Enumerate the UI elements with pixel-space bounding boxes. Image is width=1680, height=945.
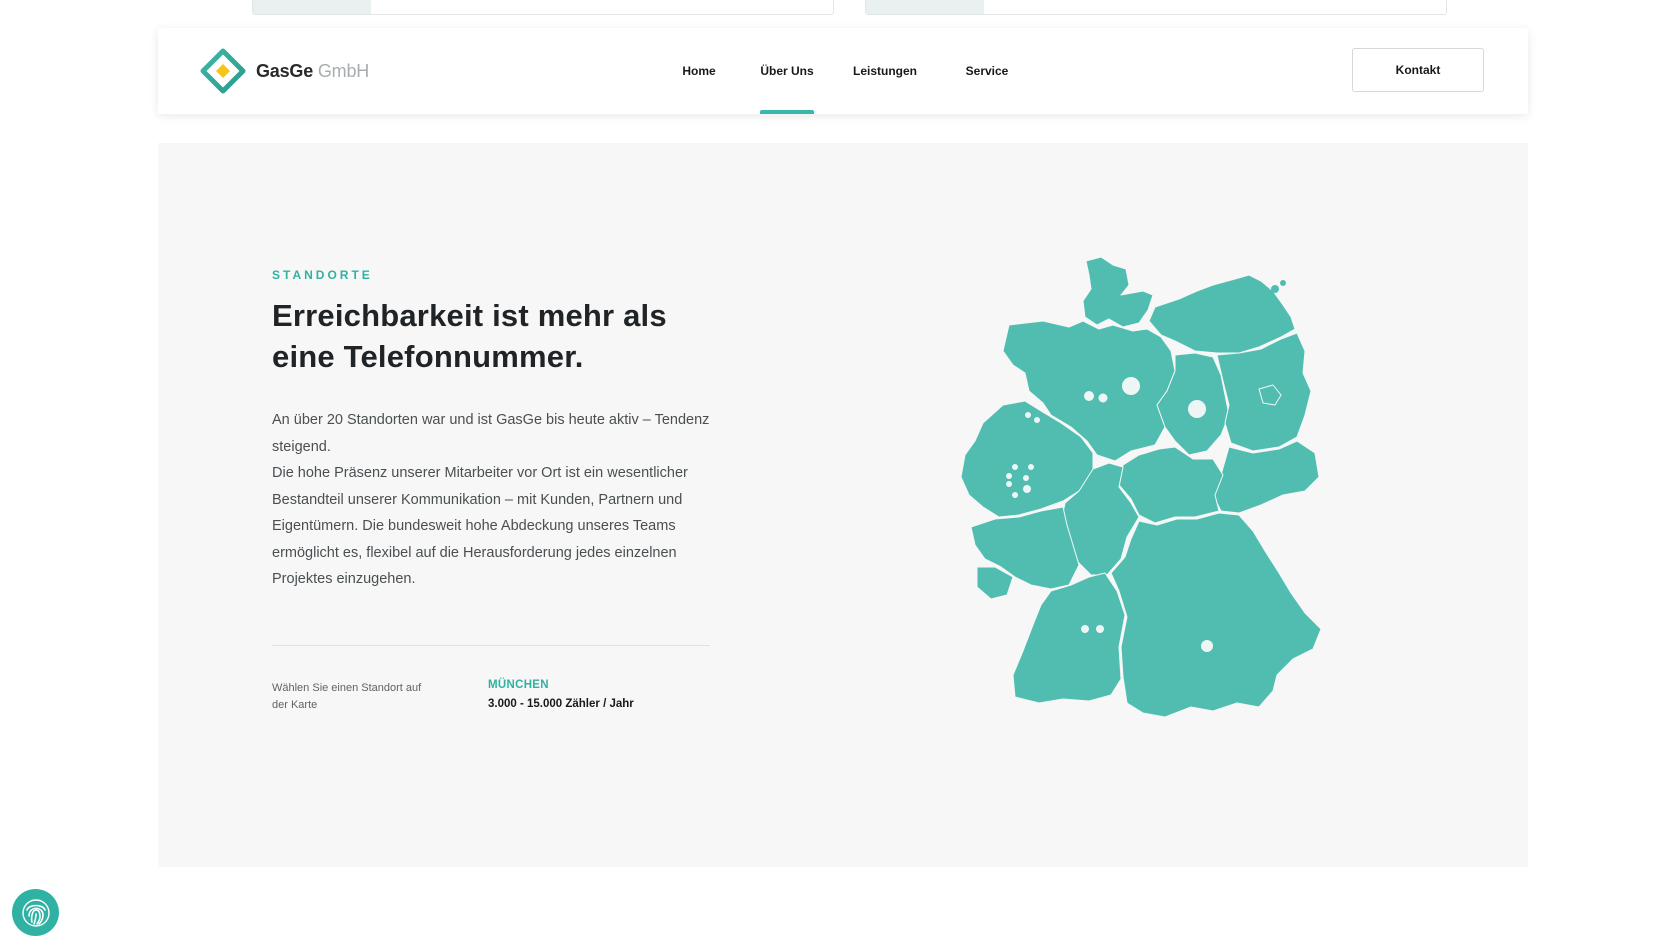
brand-logo[interactable]: GasGe GmbH <box>200 48 369 94</box>
map-marker[interactable] <box>1025 412 1031 418</box>
map-marker[interactable] <box>1012 492 1018 498</box>
selected-location-city: MÜNCHEN <box>488 679 549 691</box>
map-marker[interactable] <box>1028 464 1034 470</box>
fingerprint-icon <box>21 898 50 927</box>
contact-button[interactable]: Kontakt <box>1352 48 1484 92</box>
brand-name-light: GmbH <box>317 60 370 81</box>
germany-map <box>960 256 1322 718</box>
island <box>1280 280 1286 286</box>
map-marker[interactable] <box>1012 464 1018 470</box>
map-marker[interactable] <box>1098 393 1108 403</box>
locations-section: STANDORTE Erreichbarkeit ist mehr als ei… <box>158 143 1528 867</box>
active-nav-indicator <box>760 110 814 114</box>
map-marker[interactable] <box>1081 625 1089 633</box>
section-body: An über 20 Standorten war und ist GasGe … <box>272 407 722 593</box>
brand-name: GasGe GmbH <box>256 61 369 82</box>
section-eyebrow: STANDORTE <box>272 268 373 282</box>
state-bayern[interactable] <box>1110 512 1322 718</box>
diamond-logo-icon <box>200 48 246 94</box>
section-headline: Erreichbarkeit ist mehr als eine Telefon… <box>272 298 667 374</box>
selected-location-detail: 3.000 - 15.000 Zähler / Jahr <box>488 698 634 710</box>
brand-name-bold: GasGe <box>256 60 314 81</box>
location-hint: Wählen Sie einen Standort auf der Karte <box>272 682 422 711</box>
map-marker[interactable] <box>1034 417 1040 423</box>
privacy-settings-button[interactable] <box>12 889 59 936</box>
map-marker-muenchen[interactable] <box>1201 640 1213 652</box>
state-sachsen[interactable] <box>1212 440 1320 514</box>
primary-nav: Home Über Uns Leistungen Service <box>658 28 1012 114</box>
nav-service[interactable]: Service <box>962 28 1012 114</box>
top-card-tint <box>253 0 371 14</box>
island <box>1271 285 1279 293</box>
map-marker[interactable] <box>1006 473 1012 479</box>
island <box>1068 344 1074 350</box>
map-marker[interactable] <box>1084 391 1094 401</box>
divider <box>272 645 710 646</box>
top-card-left <box>252 0 834 15</box>
island <box>1057 347 1065 355</box>
body-paragraph-2: Die hohe Präsenz unserer Mitarbeiter vor… <box>272 465 688 587</box>
map-marker[interactable] <box>1023 475 1029 481</box>
map-marker[interactable] <box>1023 485 1031 493</box>
map-marker[interactable] <box>1096 625 1104 633</box>
nav-home[interactable]: Home <box>658 28 740 114</box>
main-navbar: GasGe GmbH Home Über Uns Leistungen Serv… <box>158 28 1528 114</box>
map-marker[interactable] <box>1188 400 1206 418</box>
nav-ueber-uns[interactable]: Über Uns <box>760 28 814 114</box>
top-card-right <box>865 0 1447 15</box>
map-marker[interactable] <box>1122 377 1140 395</box>
state-baden-wuerttemberg[interactable] <box>1012 572 1126 704</box>
nav-leistungen[interactable]: Leistungen <box>850 28 920 114</box>
map-marker[interactable] <box>1006 481 1012 487</box>
nav-ueber-uns-label: Über Uns <box>760 64 814 78</box>
state-schleswig-holstein[interactable] <box>1082 256 1154 328</box>
body-paragraph-1: An über 20 Standorten war und ist GasGe … <box>272 412 710 455</box>
map-states <box>960 256 1322 718</box>
top-card-tint <box>866 0 984 14</box>
